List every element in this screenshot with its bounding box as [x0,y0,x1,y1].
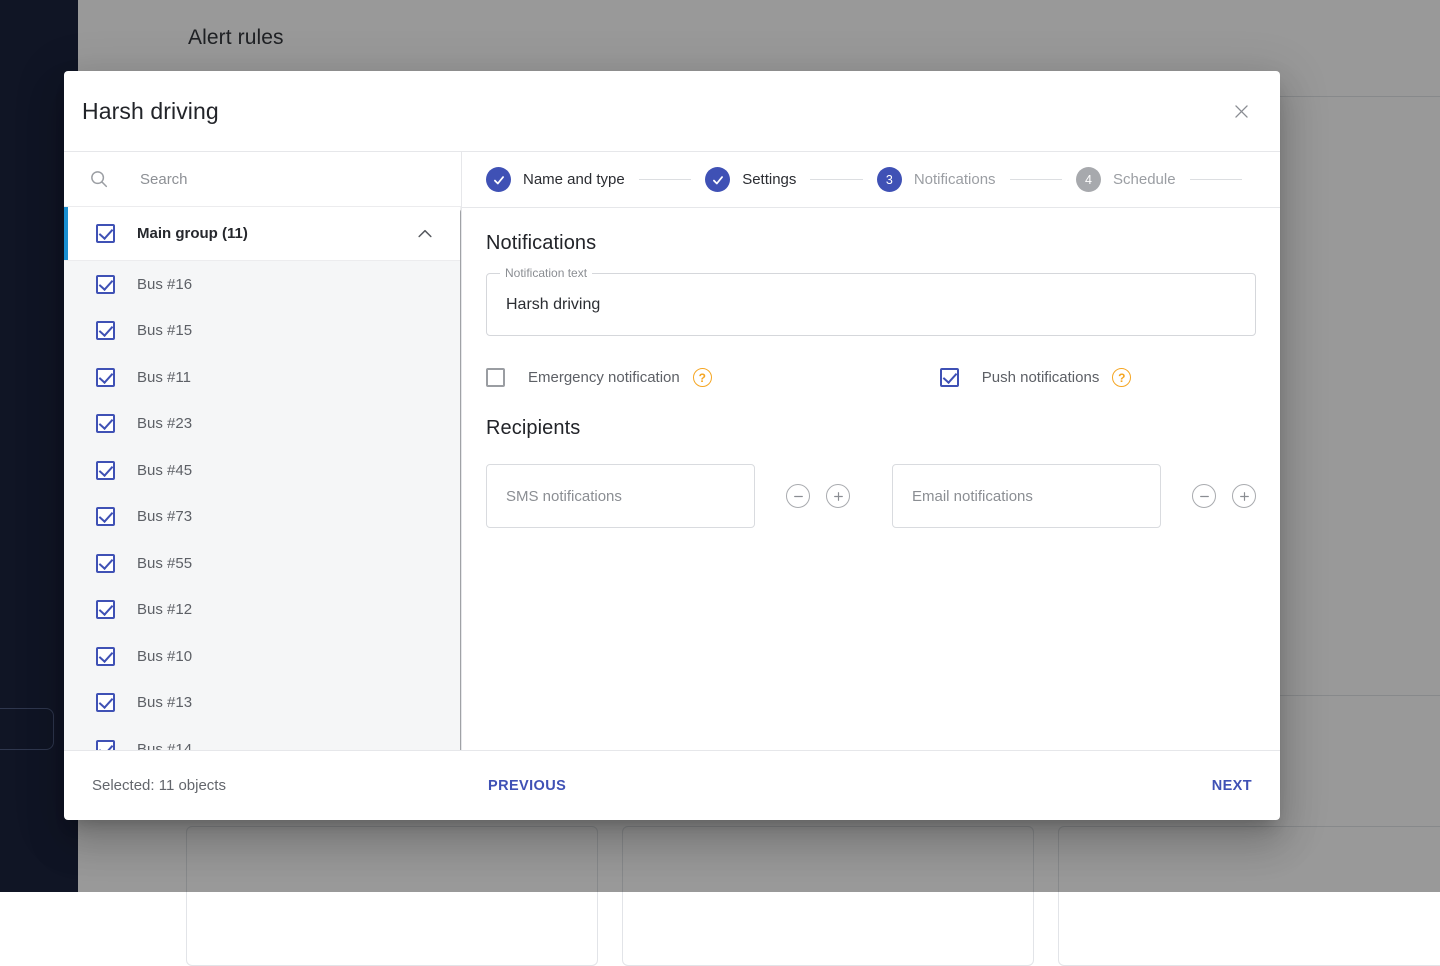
previous-button[interactable]: PREVIOUS [488,778,566,794]
object-checkbox[interactable] [96,740,115,750]
search-input[interactable] [140,171,420,188]
sms-notifications-field[interactable]: SMS notifications [486,464,755,528]
object-list-item[interactable]: Bus #23 [64,401,461,448]
object-checkbox[interactable] [96,414,115,433]
object-checkbox[interactable] [96,693,115,712]
stepper-step-settings[interactable]: Settings [705,167,796,192]
object-checkbox[interactable] [96,368,115,387]
object-rows: Bus #16 Bus #15 Bus #11 Bus #23 Bus #45 Bus #… [64,261,461,750]
search-icon [88,168,110,190]
help-circle-icon[interactable]: ? [1112,368,1131,387]
object-label: Bus #45 [137,462,192,479]
stepper-step-name-and-type[interactable]: Name and type [486,167,625,192]
stepper-step-notifications[interactable]: 3 Notifications [877,167,996,192]
object-label: Bus #16 [137,276,192,293]
stepper-step-label: Settings [742,171,796,188]
object-checkbox[interactable] [96,647,115,666]
object-picker: Main group (11) Bus #16Bus #15Bus #11Bus… [64,151,462,750]
object-list-item[interactable]: Bus #73 [64,494,461,541]
object-group-row[interactable]: Main group (11) [64,207,461,261]
push-notifications-label: Push notifications [982,369,1100,386]
notification-options-row: Emergency notification ? Push notificati… [486,368,1256,387]
object-list-item[interactable]: Bus #11 [64,354,461,401]
object-list-item[interactable]: Bus #12 [64,587,461,634]
stepper-step-schedule[interactable]: 4 Schedule [1076,167,1176,192]
dialog-header: Harsh driving [64,71,1280,151]
notification-text-field[interactable]: Notification text Harsh driving [486,273,1256,336]
stepper-connector [1010,179,1062,180]
object-label: Bus #13 [137,694,192,711]
push-notifications-checkbox[interactable] [940,368,959,387]
group-checkbox[interactable] [96,224,115,243]
dialog-footer: Selected: 11 objects PREVIOUS NEXT [64,750,1280,820]
email-notifications-field[interactable]: Email notifications [892,464,1161,528]
notifications-section-title: Notifications [486,232,1256,255]
wizard-content: Notifications Notification text Harsh dr… [462,208,1280,750]
help-circle-icon[interactable]: ? [693,368,712,387]
object-list-item[interactable]: Bus #55 [64,540,461,587]
object-list-item[interactable]: Bus #13 [64,680,461,727]
step-number-badge: 4 [1076,167,1101,192]
object-label: Bus #23 [137,415,192,432]
stepper-connector [639,179,691,180]
object-checkbox[interactable] [96,554,115,573]
stepper-step-label: Schedule [1113,171,1176,188]
dialog-body: Main group (11) Bus #16Bus #15Bus #11Bus… [64,151,1280,750]
object-label: Bus #15 [137,322,192,339]
object-checkbox[interactable] [96,275,115,294]
notification-text-value: Harsh driving [506,296,600,314]
object-list-item[interactable]: Bus #15 [64,308,461,355]
alert-rule-dialog: Harsh driving Main group (11) [64,71,1280,820]
emergency-notification-label: Emergency notification [528,369,680,386]
object-checkbox[interactable] [96,600,115,619]
object-list-item[interactable]: Bus #10 [64,633,461,680]
add-email-recipient-button[interactable] [1232,484,1256,508]
spacer [712,368,940,387]
scrollbar-thumb[interactable] [460,209,461,750]
remove-sms-recipient-button[interactable] [786,484,810,508]
push-notifications-option[interactable]: Push notifications ? [940,368,1132,387]
group-label: Main group (11) [137,225,248,242]
next-button[interactable]: NEXT [1212,778,1252,794]
chevron-up-icon[interactable] [415,224,435,244]
notification-text-legend: Notification text [500,266,592,280]
emergency-notification-option[interactable]: Emergency notification ? [486,368,712,387]
selected-objects-count: Selected: 11 objects [92,777,226,794]
object-checkbox[interactable] [96,461,115,480]
object-list-item[interactable]: Bus #14 [64,726,461,750]
wizard-pane: Name and type Settings 3 Notifications 4 Sche… [462,151,1280,750]
step-complete-check-icon [705,167,730,192]
stepper-connector [810,179,862,180]
object-list[interactable]: Main group (11) Bus #16Bus #15Bus #11Bus… [64,207,461,750]
wizard-stepper: Name and type Settings 3 Notifications 4 Sche… [462,152,1280,208]
object-list-item[interactable]: Bus #16 [64,261,461,308]
dialog-title: Harsh driving [82,98,219,125]
stepper-step-label: Notifications [914,171,996,188]
emergency-notification-checkbox[interactable] [486,368,505,387]
object-list-item[interactable]: Bus #45 [64,447,461,494]
search-row [64,152,461,207]
step-number-badge: 3 [877,167,902,192]
add-sms-recipient-button[interactable] [826,484,850,508]
object-label: Bus #14 [137,741,192,750]
object-label: Bus #10 [137,648,192,665]
object-label: Bus #55 [137,555,192,572]
object-list-scrollbar[interactable] [460,207,461,750]
step-complete-check-icon [486,167,511,192]
stepper-connector [1190,179,1242,180]
object-checkbox[interactable] [96,321,115,340]
close-icon[interactable] [1224,94,1258,128]
object-label: Bus #73 [137,508,192,525]
object-checkbox[interactable] [96,507,115,526]
object-label: Bus #11 [137,369,191,386]
recipients-row: SMS notifications Email notifications [486,464,1256,528]
stepper-step-label: Name and type [523,171,625,188]
object-label: Bus #12 [137,601,192,618]
remove-email-recipient-button[interactable] [1192,484,1216,508]
recipients-section-title: Recipients [486,417,1256,440]
